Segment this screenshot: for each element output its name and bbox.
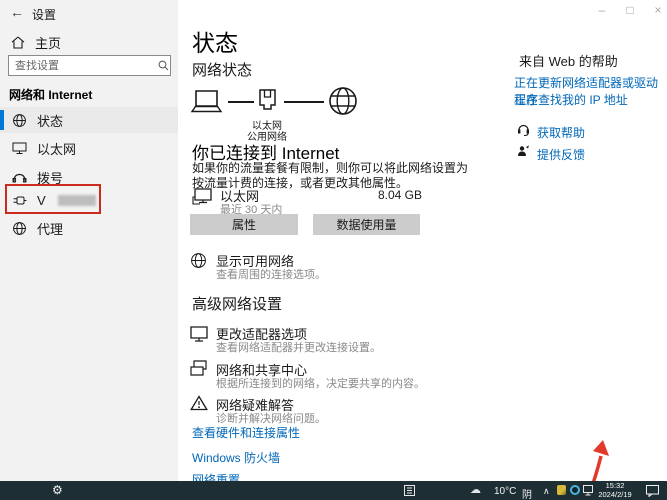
ethernet-monitor-icon bbox=[192, 188, 212, 205]
sidebar-item-vpn[interactable]: V bbox=[0, 187, 178, 213]
home-icon bbox=[10, 36, 26, 49]
search-box bbox=[8, 55, 171, 76]
network-status-heading: 网络状态 bbox=[192, 62, 253, 79]
ethernet-icon bbox=[11, 142, 27, 155]
dialup-phone-icon bbox=[11, 171, 27, 183]
minimize-button[interactable]: – bbox=[590, 3, 614, 17]
internet-globe-icon bbox=[328, 86, 358, 116]
sidebar-item-proxy[interactable]: 代理 bbox=[0, 215, 178, 241]
sharing-center-icon bbox=[189, 360, 209, 378]
action-center-icon[interactable] bbox=[646, 485, 659, 497]
weather-temperature[interactable]: 10°C bbox=[494, 486, 516, 497]
back-icon[interactable]: ← bbox=[10, 4, 24, 20]
available-networks-globe-icon[interactable] bbox=[190, 252, 207, 269]
hardware-properties-link[interactable]: 查看硬件和连接属性 bbox=[192, 424, 300, 441]
advanced-heading: 高级网络设置 bbox=[192, 296, 283, 313]
maximize-button[interactable]: □ bbox=[618, 3, 642, 17]
help-link-find-ip[interactable]: 正在查找我的 IP 地址 bbox=[514, 91, 628, 108]
window-title: 设置 bbox=[32, 8, 57, 22]
get-help-link[interactable]: 获取帮助 bbox=[537, 124, 585, 141]
troubleshoot-warning-icon bbox=[190, 395, 208, 411]
diagram-connector-line bbox=[284, 101, 324, 103]
home-label: 主页 bbox=[35, 36, 62, 51]
sidebar-item-home[interactable]: 主页 bbox=[10, 33, 61, 52]
feedback-icon bbox=[517, 145, 530, 158]
search-input[interactable] bbox=[9, 59, 157, 72]
close-button[interactable]: × bbox=[646, 3, 667, 17]
laptop-icon bbox=[190, 89, 223, 114]
ethernet-plug-icon bbox=[257, 88, 278, 115]
settings-window: ← 设置 – □ × 主页 网络和 Internet 状态 以太网 拨号 bbox=[0, 0, 667, 500]
globe-icon bbox=[11, 113, 27, 128]
sidebar-item-label: V bbox=[37, 192, 46, 208]
weather-condition[interactable]: 阴 bbox=[522, 486, 532, 500]
sidebar-section-title: 网络和 Internet bbox=[9, 88, 93, 102]
settings-gear-taskbar-icon[interactable]: ⚙ bbox=[52, 483, 63, 497]
adapter-options-icon bbox=[189, 326, 209, 344]
taskbar-clock[interactable]: 15:32 2024/2/19 bbox=[594, 481, 636, 499]
tray-app-icon[interactable] bbox=[570, 485, 580, 495]
properties-button[interactable]: 属性 bbox=[190, 214, 298, 235]
get-help-headset-icon bbox=[517, 123, 530, 136]
sidebar-item-label: 代理 bbox=[37, 221, 64, 237]
taskbar bbox=[0, 481, 667, 500]
search-icon[interactable] bbox=[157, 60, 170, 71]
show-networks-subtitle: 查看周围的连接选项。 bbox=[216, 269, 326, 281]
help-heading: 来自 Web 的帮助 bbox=[519, 54, 618, 69]
sharing-center-subtitle: 根据所连接到的网络，决定要共享的内容。 bbox=[216, 378, 425, 390]
sidebar-item-label: 以太网 bbox=[37, 141, 77, 157]
sidebar-item-label: 拨号 bbox=[37, 170, 64, 186]
sidebar-item-ethernet[interactable]: 以太网 bbox=[0, 135, 178, 161]
clock-date: 2024/2/19 bbox=[598, 489, 632, 499]
page-title: 状态 bbox=[192, 30, 238, 56]
data-usage-value: 8.04 GB bbox=[377, 188, 422, 202]
weather-cloud-icon[interactable]: ☁ bbox=[470, 483, 481, 496]
feedback-link[interactable]: 提供反馈 bbox=[537, 146, 585, 163]
proxy-globe-icon bbox=[11, 221, 27, 236]
data-usage-button[interactable]: 数据使用量 bbox=[313, 214, 420, 235]
tray-app-icon[interactable] bbox=[557, 485, 566, 495]
vpn-icon bbox=[11, 195, 27, 206]
tray-chevron-up-icon[interactable]: ∧ bbox=[543, 486, 550, 497]
sidebar-item-status[interactable]: 状态 bbox=[0, 107, 178, 133]
diagram-connector-line bbox=[228, 101, 254, 103]
censored-text-blur bbox=[57, 194, 96, 206]
input-method-keyboard-icon[interactable] bbox=[404, 485, 415, 496]
windows-firewall-link[interactable]: Windows 防火墙 bbox=[192, 449, 280, 466]
sidebar-item-label: 状态 bbox=[37, 113, 64, 129]
adapter-options-subtitle: 查看网络适配器并更改连接设置。 bbox=[216, 342, 381, 354]
